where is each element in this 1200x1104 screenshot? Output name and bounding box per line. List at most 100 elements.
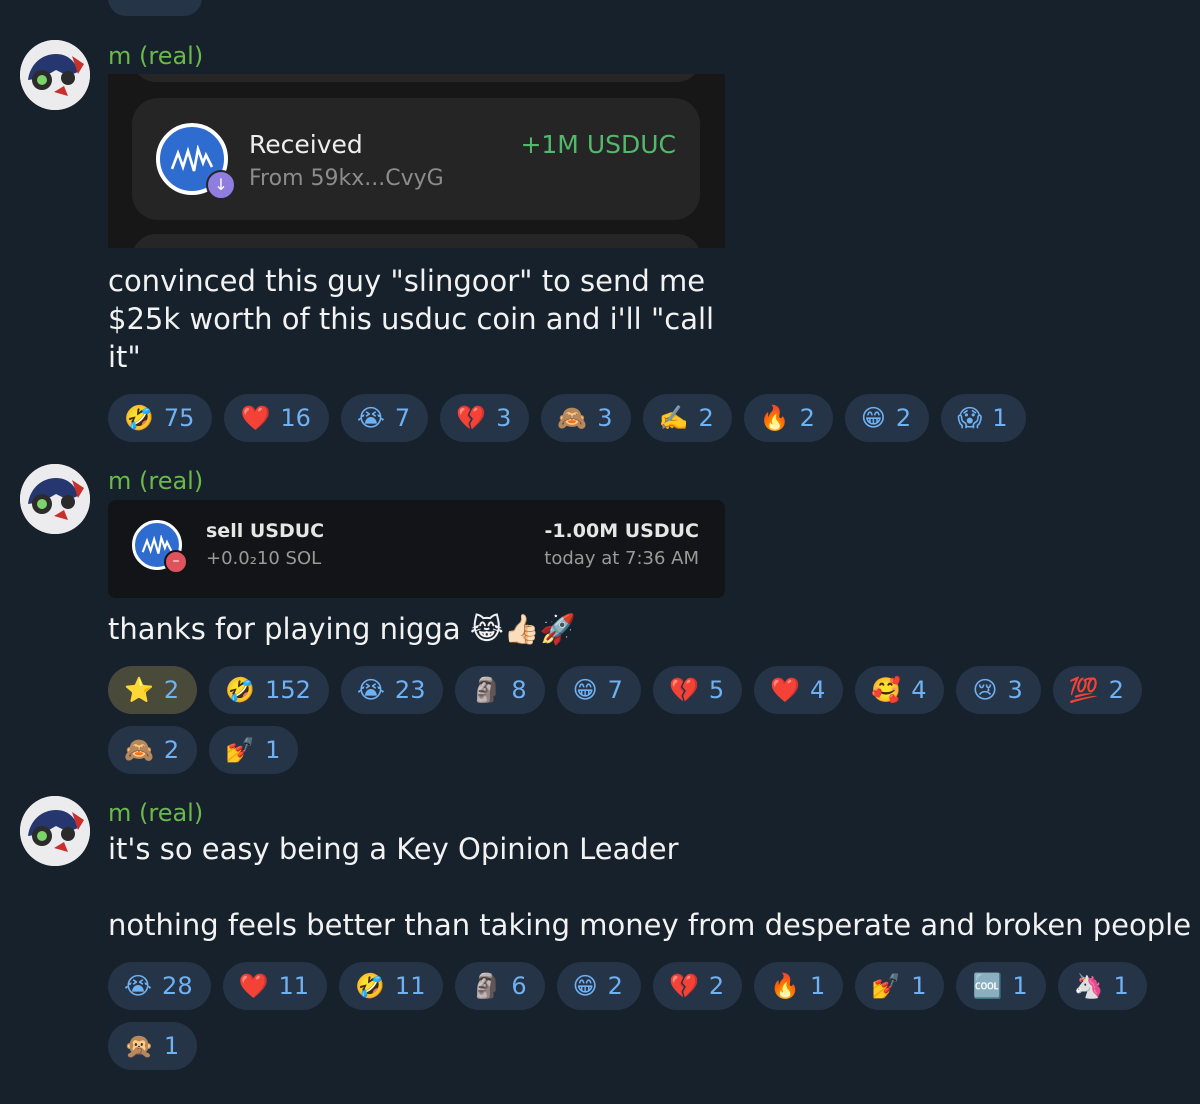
reaction-count: 7 (607, 676, 623, 704)
hundred-emoji-icon: 💯 (1068, 676, 1099, 704)
reaction-count: 16 (280, 404, 311, 432)
broken-heart-emoji-icon: 💔 (456, 404, 487, 432)
message-line: thanks for playing nigga 😹👍🏻🚀 (108, 612, 576, 646)
reaction-grin[interactable]: 😁 2 (844, 394, 930, 442)
cool-emoji-icon: 🆒 (972, 972, 1003, 1000)
reaction-sob[interactable]: 😭 28 (108, 962, 211, 1010)
reaction-heart[interactable]: ❤️ 16 (224, 394, 329, 442)
sender-name[interactable]: m (real) (108, 799, 203, 827)
sender-name[interactable]: m (real) (108, 42, 203, 70)
avatar[interactable] (20, 464, 90, 534)
reaction-count: 2 (607, 972, 623, 1000)
reaction-scream[interactable]: 😱 1 (941, 394, 1026, 442)
see-no-evil-emoji-icon: 🙈 (124, 736, 154, 764)
reaction-count: 1 (265, 736, 281, 764)
reaction-count: 1 (1012, 972, 1028, 1000)
reaction-broken-heart[interactable]: 💔 5 (652, 666, 743, 714)
broken-heart-emoji-icon: 💔 (668, 972, 699, 1000)
scream-emoji-icon: 😱 (957, 404, 983, 432)
reaction-count: 5 (708, 676, 725, 704)
receipt-title: Received (249, 130, 363, 159)
reaction-count: 2 (708, 972, 725, 1000)
trade-card[interactable]: – sell USDUC +0.0₂10 SOL -1.00M USDUC to… (108, 500, 725, 598)
reaction-count: 1 (163, 1032, 180, 1060)
minus-icon: – (164, 550, 188, 574)
heart-emoji-icon: ❤️ (238, 972, 269, 1000)
reaction-cry[interactable]: 😢 3 (956, 666, 1041, 714)
receipt-amount: +1M USDUC (520, 130, 676, 159)
reaction-grin[interactable]: 😁 2 (556, 962, 641, 1010)
message-line-blank (108, 868, 1191, 906)
previous-reaction-chip[interactable] (108, 0, 202, 16)
grin-emoji-icon: 😁 (860, 404, 886, 432)
reaction-bar: ⭐ 2 🤣 152 😭 23 🗿 8 😁 7 💔 5 ❤️ 4 🥰 4 😢 3 💯 2 🙈 2 💅 1 (108, 666, 1188, 774)
reaction-count: 2 (163, 736, 180, 764)
rofl-emoji-icon: 🤣 (225, 676, 256, 704)
reaction-count: 7 (394, 404, 411, 432)
nail-polish-emoji-icon: 💅 (225, 736, 256, 764)
reaction-broken-heart[interactable]: 💔 3 (440, 394, 530, 442)
reaction-bar: 😭 28 ❤️ 11 🤣 11 🗿 6 😁 2 💔 2 🔥 1 💅 1 🆒 1 🦄 1 🙊 1 (108, 962, 1188, 1070)
grin-emoji-icon: 😁 (572, 972, 598, 1000)
reaction-count: 28 (162, 972, 193, 1000)
reaction-grin[interactable]: 😁 7 (556, 666, 641, 714)
see-no-evil-emoji-icon: 🙈 (557, 404, 588, 432)
sender-name[interactable]: m (real) (108, 467, 203, 495)
speak-no-evil-emoji-icon: 🙊 (124, 1032, 154, 1060)
reaction-count: 2 (163, 676, 180, 704)
reaction-count: 11 (278, 972, 310, 1000)
reaction-count: 4 (911, 676, 927, 704)
reaction-star[interactable]: ⭐ 2 (108, 666, 198, 714)
reaction-heart[interactable]: ❤️ 4 (754, 666, 844, 714)
reaction-rofl[interactable]: 🤣 152 (209, 666, 329, 714)
reaction-speak-no-evil[interactable]: 🙊 1 (108, 1022, 198, 1070)
reaction-moai[interactable]: 🗿 8 (455, 666, 545, 714)
fire-emoji-icon: 🔥 (759, 404, 790, 432)
reaction-heart[interactable]: ❤️ 11 (222, 962, 328, 1010)
reaction-hundred[interactable]: 💯 2 (1052, 666, 1142, 714)
reaction-moai[interactable]: 🗿 6 (455, 962, 545, 1010)
reaction-see-no-evil[interactable]: 🙈 2 (108, 726, 198, 774)
smiling-hearts-emoji-icon: 🥰 (871, 676, 902, 704)
message-line: $25k worth of this usduc coin and i'll "… (108, 302, 715, 336)
moai-emoji-icon: 🗿 (471, 676, 502, 704)
reaction-see-no-evil[interactable]: 🙈 3 (541, 394, 631, 442)
reaction-broken-heart[interactable]: 💔 2 (652, 962, 743, 1010)
reaction-count: 1 (992, 404, 1008, 432)
reaction-fire[interactable]: 🔥 2 (743, 394, 833, 442)
reaction-nail-polish[interactable]: 💅 1 (855, 962, 945, 1010)
trade-amount: -1.00M USDUC (544, 520, 699, 542)
avatar[interactable] (20, 796, 90, 866)
writing-hand-emoji-icon: ✍️ (658, 404, 689, 432)
reaction-count: 11 (394, 972, 426, 1000)
receipt-screenshot[interactable]: ↓ Received From 59kx...CvyG +1M USDUC (108, 74, 725, 248)
unicorn-emoji-icon: 🦄 (1073, 972, 1104, 1000)
reaction-count: 75 (163, 404, 195, 432)
avatar[interactable] (20, 40, 90, 110)
reaction-unicorn[interactable]: 🦄 1 (1057, 962, 1147, 1010)
reaction-rofl[interactable]: 🤣 11 (339, 962, 444, 1010)
message-line: nothing feels better than taking money f… (108, 908, 1192, 942)
message-text: thanks for playing nigga 😹👍🏻🚀 (108, 610, 576, 648)
arrow-down-icon: ↓ (206, 170, 236, 200)
reaction-count: 1 (1113, 972, 1129, 1000)
reaction-smiling-hearts[interactable]: 🥰 4 (855, 666, 945, 714)
reaction-fire[interactable]: 🔥 1 (754, 962, 844, 1010)
reaction-count: 3 (496, 404, 512, 432)
trade-time: today at 7:36 AM (544, 548, 699, 569)
reaction-cool[interactable]: 🆒 1 (956, 962, 1046, 1010)
trade-title: sell USDUC (206, 520, 325, 542)
message-text: it's so easy being a Key Opinion Leader … (108, 830, 1191, 944)
reaction-count: 2 (799, 404, 815, 432)
reaction-writing-hand[interactable]: ✍️ 2 (642, 394, 732, 442)
reaction-count: 2 (1108, 676, 1124, 704)
receipt-prev-row (132, 74, 701, 82)
message-line: convinced this guy "slingoor" to send me (108, 264, 706, 298)
reaction-sob[interactable]: 😭 23 (340, 666, 444, 714)
rofl-emoji-icon: 🤣 (124, 404, 154, 432)
reaction-rofl[interactable]: 🤣 75 (108, 394, 213, 442)
reaction-nail-polish[interactable]: 💅 1 (209, 726, 299, 774)
heart-emoji-icon: ❤️ (240, 404, 271, 432)
nail-polish-emoji-icon: 💅 (871, 972, 902, 1000)
reaction-sob[interactable]: 😭 7 (340, 394, 429, 442)
